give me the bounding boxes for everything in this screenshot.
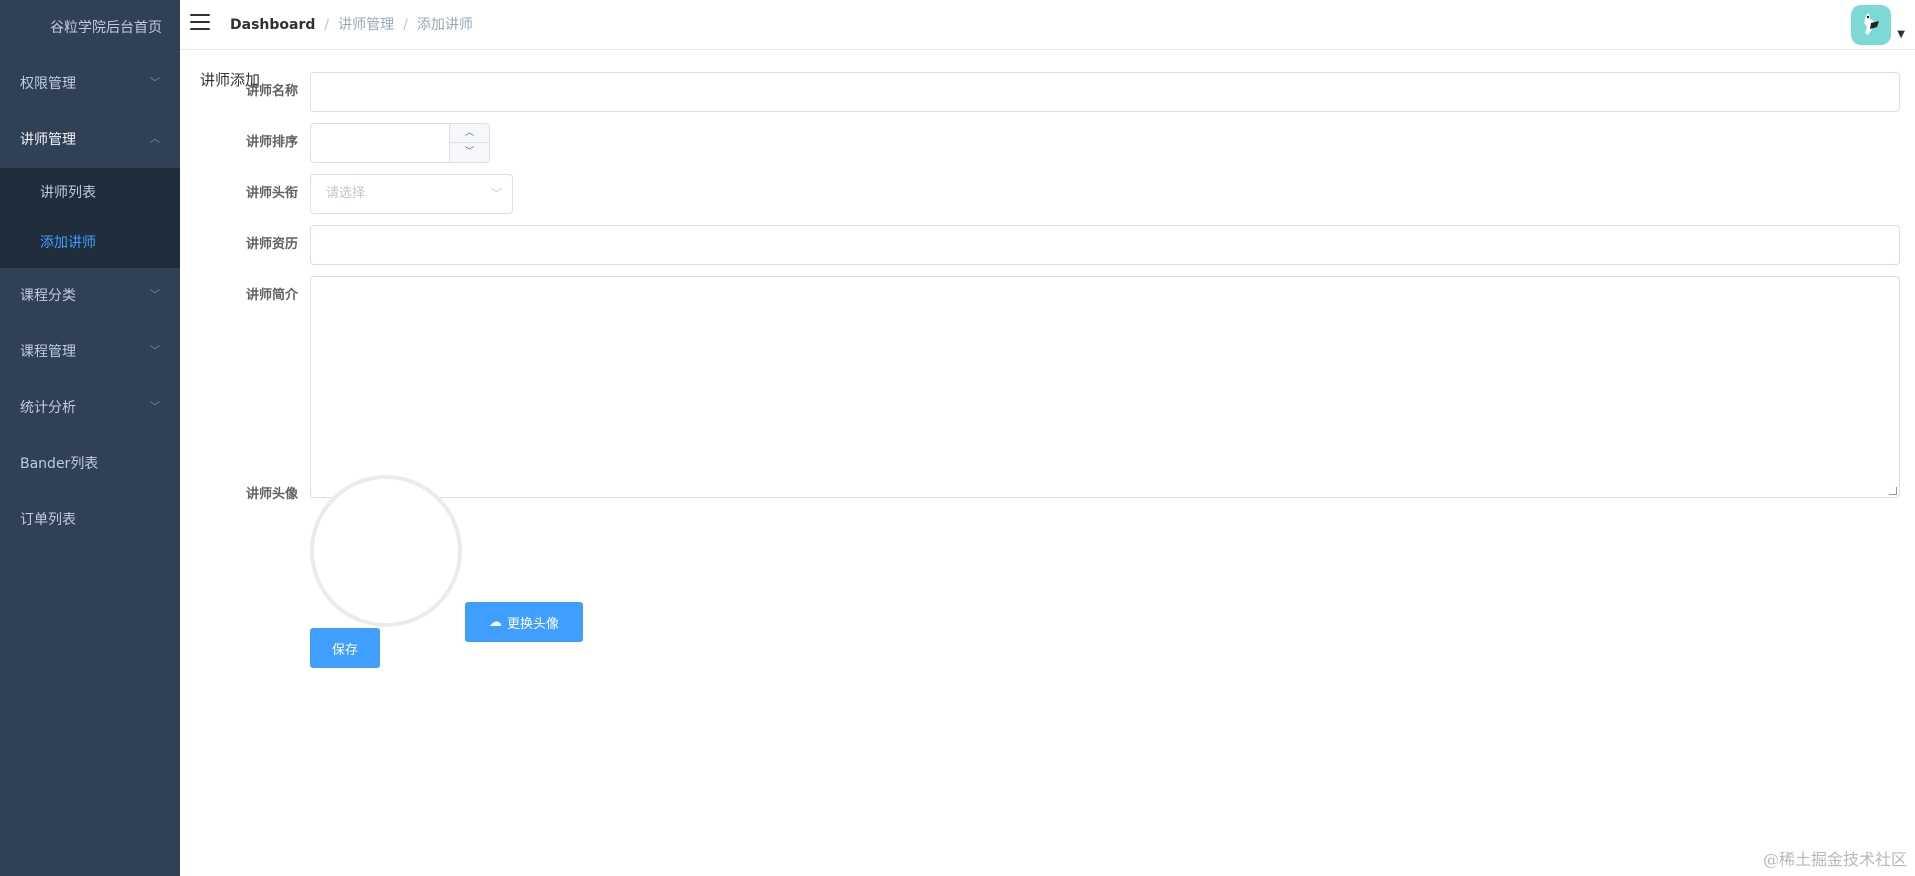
form-item-avatar: 讲师头像 ☁ 更换头像 (180, 475, 1900, 642)
hamburger-icon[interactable] (190, 14, 210, 32)
chevron-down-icon: ﹀ (150, 346, 160, 357)
form-item-sort: 讲师排序 ︿ ﹀ (180, 123, 1900, 163)
chevron-down-icon: ﹀ (150, 290, 160, 301)
name-label: 讲师名称 (245, 84, 298, 99)
career-input[interactable] (310, 225, 1900, 265)
sidebar-item-label: 课程分类 (20, 288, 76, 304)
breadcrumb-add-teacher: 添加讲师 (416, 17, 473, 33)
caret-down-icon[interactable]: ▼ (1897, 29, 1905, 40)
sidebar-subitem-add-teacher[interactable]: 添加讲师 (0, 218, 180, 268)
name-input[interactable] (310, 72, 1900, 112)
teacher-avatar-preview (310, 475, 462, 627)
intro-textarea[interactable] (310, 276, 1900, 498)
level-label: 讲师头衔 (245, 186, 298, 201)
form-item-level: 讲师头衔 请选择 ﹀ (180, 174, 1900, 214)
level-select-placeholder: 请选择 (326, 186, 366, 201)
intro-label: 讲师简介 (245, 288, 298, 303)
sidebar-item-subject[interactable]: 课程分类 ﹀ (0, 268, 180, 324)
sidebar-logo[interactable]: 谷粒学院后台首页 (0, 0, 180, 56)
sidebar-item-label: 课程管理 (20, 344, 76, 360)
form-item-career: 讲师资历 (180, 225, 1900, 265)
chevron-down-icon: ﹀ (150, 78, 160, 89)
breadcrumb: Dashboard / 讲师管理 / 添加讲师 (230, 0, 473, 50)
form-item-intro: 讲师简介 (180, 276, 1900, 498)
breadcrumb-dashboard[interactable]: Dashboard (230, 17, 315, 33)
user-menu[interactable]: ▼ (1851, 5, 1905, 45)
form-item-name: 讲师名称 (180, 72, 1900, 112)
main-content: 讲师添加 讲师名称 讲师排序 ︿ ﹀ 讲师头衔 请选择 ﹀ 讲师资历 讲师简介 … (180, 51, 1915, 876)
sidebar-subitem-teacher-list[interactable]: 讲师列表 (0, 168, 180, 218)
form-item-save: 保存 (180, 628, 1900, 668)
watermark: @稀土掘金技术社区 (1762, 850, 1907, 869)
sidebar-item-permission[interactable]: 权限管理 ﹀ (0, 56, 180, 112)
sidebar-item-label: Bander列表 (20, 456, 99, 472)
chevron-down-icon: ﹀ (491, 187, 502, 200)
breadcrumb-teacher-management: 讲师管理 (338, 17, 395, 33)
teacher-submenu: 讲师列表 添加讲师 (0, 168, 180, 268)
sidebar-item-banner[interactable]: Bander列表 (0, 436, 180, 492)
avatar[interactable] (1851, 5, 1892, 45)
sort-label: 讲师排序 (245, 135, 298, 150)
increase-icon[interactable]: ︿ (450, 124, 489, 143)
chevron-up-icon: ︿ (150, 134, 160, 145)
sidebar-item-label: 权限管理 (20, 76, 76, 92)
level-select[interactable]: 请选择 ﹀ (310, 174, 513, 214)
sort-number-input[interactable]: ︿ ﹀ (310, 123, 490, 163)
sidebar-item-teacher[interactable]: 讲师管理 ︿ (0, 112, 180, 168)
number-stepper: ︿ ﹀ (449, 124, 489, 162)
sidebar-item-statistics[interactable]: 统计分析 ﹀ (0, 380, 180, 436)
navbar: Dashboard / 讲师管理 / 添加讲师 ▼ (180, 0, 1915, 50)
sidebar-item-order[interactable]: 订单列表 (0, 492, 180, 548)
sidebar-item-course[interactable]: 课程管理 ﹀ (0, 324, 180, 380)
save-button[interactable]: 保存 (310, 628, 380, 668)
sidebar-item-label: 统计分析 (20, 400, 76, 416)
sidebar-item-label: 订单列表 (20, 512, 76, 528)
career-label: 讲师资历 (245, 237, 298, 252)
chevron-down-icon: ﹀ (150, 402, 160, 413)
breadcrumb-separator: / (403, 17, 408, 33)
sidebar: 谷粒学院后台首页 权限管理 ﹀ 讲师管理 ︿ 讲师列表 添加讲师 课程分类 ﹀ … (0, 0, 180, 876)
user-avatar-icon (1864, 13, 1880, 35)
breadcrumb-separator: / (324, 17, 330, 33)
decrease-icon[interactable]: ﹀ (450, 143, 489, 162)
sidebar-item-label: 讲师管理 (20, 132, 76, 148)
avatar-label: 讲师头像 (245, 487, 298, 502)
